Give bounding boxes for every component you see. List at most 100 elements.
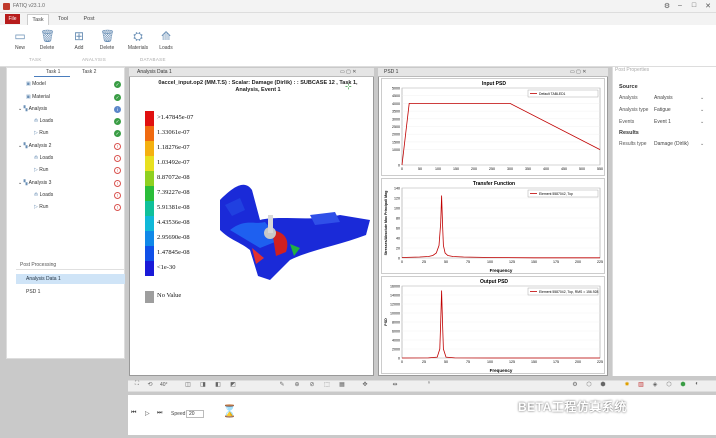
- measure-icon[interactable]: ⊕: [292, 381, 302, 388]
- group-label-database: DATABASE: [140, 57, 166, 62]
- psd-icon[interactable]: ▥: [636, 381, 646, 388]
- prop-events-select[interactable]: Event 1: [654, 119, 671, 125]
- maximize-button[interactable]: □: [687, 2, 701, 9]
- speed-input[interactable]: 20: [186, 410, 204, 418]
- pick-icon[interactable]: ✥: [360, 381, 370, 388]
- y-tick-label: 8000: [392, 321, 400, 325]
- y-tick-label: 40: [396, 237, 400, 241]
- chevron-down-icon[interactable]: ⌄: [700, 95, 704, 101]
- node-icon[interactable]: ⁿ: [424, 381, 434, 387]
- tab-task-1[interactable]: Task 1: [46, 69, 60, 75]
- plot-input-psd[interactable]: Input PSD 0 1000 1500 2000 2500 3000 3500 4000 45…: [381, 78, 605, 176]
- cube-icon[interactable]: ⬡: [664, 381, 674, 388]
- legend-swatch: [145, 186, 154, 201]
- app-title: FATIQ v23.1.0: [13, 3, 45, 9]
- cube-icon[interactable]: ◈: [650, 381, 660, 388]
- watermark-text: BETA工程仿真系统: [518, 400, 627, 414]
- file-menu-button[interactable]: File: [5, 14, 20, 24]
- legend-label: 1.33061e-07: [157, 129, 190, 136]
- tab-tool[interactable]: Tool: [53, 14, 73, 25]
- color-cube-icon[interactable]: ⬢: [678, 381, 688, 388]
- view-angle-value[interactable]: 40°: [160, 382, 168, 388]
- post-properties-panel: [612, 67, 716, 376]
- tree-item-loads[interactable]: ⟰ Loads: [34, 192, 53, 198]
- move-icon[interactable]: ⇹: [390, 381, 400, 388]
- view-side-icon[interactable]: ◨: [198, 381, 208, 388]
- tree-item-loads[interactable]: ⟰ Loads: [34, 118, 53, 124]
- prop-label-analysis-type: Analysis type: [619, 107, 649, 113]
- tree-item-analysis[interactable]: ⌄ ▚ Analysis: [18, 106, 47, 112]
- delete-analysis-button[interactable]: 🗑 Delete: [95, 29, 119, 51]
- add-analysis-button[interactable]: ⊞ Add: [67, 29, 91, 51]
- cut-plane-icon[interactable]: ⊘: [307, 381, 317, 388]
- post-item-psd-1[interactable]: PSD 1: [16, 287, 125, 297]
- tab-task[interactable]: Task: [27, 14, 49, 25]
- prop-analysis-type-select[interactable]: Fatigue: [654, 107, 671, 113]
- y-tick-label: 14000: [390, 294, 400, 298]
- x-tick-label: 50: [418, 167, 422, 171]
- fit-view-icon[interactable]: ⛶: [132, 381, 142, 388]
- status-error-icon: !: [114, 167, 121, 174]
- legend-swatch: [145, 231, 154, 246]
- highlight-icon[interactable]: ✸: [622, 381, 632, 388]
- legend-swatch: [145, 126, 154, 141]
- no-value-label: No Value: [157, 292, 182, 299]
- grid-icon[interactable]: ▦: [337, 381, 347, 388]
- new-button[interactable]: ▭ New: [8, 29, 32, 51]
- tree-item-run[interactable]: ▷ Run: [34, 167, 48, 173]
- close-button[interactable]: ✕: [701, 2, 715, 10]
- x-tick-label: 500: [579, 167, 585, 171]
- plot-transfer-function[interactable]: Transfer Function 0 20 40 60 80 100 120 140 0 25 50…: [381, 178, 605, 274]
- status-error-icon: !: [114, 155, 121, 162]
- delete-task-button[interactable]: 🗑 Delete: [35, 29, 59, 51]
- view-iso-icon[interactable]: ◩: [228, 381, 238, 388]
- legend-swatch: [145, 246, 154, 261]
- shading-icon[interactable]: ◐: [692, 381, 702, 387]
- tree-item-run[interactable]: ▷ Run: [34, 204, 48, 210]
- y-tick-label: 2000: [392, 348, 400, 352]
- tree-item-run[interactable]: ▷ Run: [34, 130, 48, 136]
- tree-item-analysis-3[interactable]: ⌄ ▚ Analysis 3: [18, 180, 51, 186]
- tree-item-analysis-2[interactable]: ⌄ ▚ Analysis 2: [18, 143, 51, 149]
- step-forward-button[interactable]: ⏭: [157, 410, 162, 417]
- cube-icon[interactable]: ⬡: [584, 381, 594, 388]
- tree-item-material[interactable]: ▣ Material: [26, 94, 50, 100]
- tab-post[interactable]: Post: [79, 14, 99, 25]
- prop-analysis-select[interactable]: Analysis: [654, 95, 673, 101]
- chevron-down-icon[interactable]: ⌄: [700, 107, 704, 113]
- view-top-icon[interactable]: ◧: [213, 381, 223, 388]
- view-front-icon[interactable]: ◫: [183, 381, 193, 388]
- legend-label: <1e-30: [157, 264, 176, 271]
- settings-icon[interactable]: ⚙: [570, 381, 580, 388]
- materials-button[interactable]: ⛭ Materials: [126, 29, 150, 51]
- post-item-analysis-data-1[interactable]: Analysis Data 1: [16, 274, 125, 284]
- window-controls-icon[interactable]: ▭ ▢ ✕: [340, 69, 356, 75]
- minimize-button[interactable]: –: [673, 2, 687, 9]
- select-icon[interactable]: ⬚: [322, 381, 332, 388]
- loads-button[interactable]: ⟰ Loads: [154, 29, 178, 51]
- status-error-icon: !: [114, 143, 121, 150]
- loads-icon: ⟰: [160, 29, 172, 43]
- cube-icon[interactable]: ⬢: [598, 381, 608, 388]
- edit-icon[interactable]: ✎: [277, 381, 287, 388]
- tab-task-2[interactable]: Task 2: [82, 69, 96, 75]
- chevron-down-icon[interactable]: ⌄: [700, 141, 704, 147]
- plot-output-psd[interactable]: Output PSD 0 2000 4000 6000 8000 10000 12000 140…: [381, 276, 605, 374]
- step-back-button[interactable]: ⏮: [131, 410, 136, 417]
- prop-results-type-select[interactable]: Damage (Dirlik): [654, 141, 689, 147]
- rotate-icon[interactable]: ⟲: [145, 381, 155, 388]
- y-tick-label: 80: [396, 217, 400, 221]
- play-button[interactable]: ▷: [145, 410, 150, 417]
- fe-model-render: [220, 184, 370, 280]
- y-tick-label: 120: [394, 197, 400, 201]
- tree-item-model[interactable]: ▣ Model: [26, 81, 46, 87]
- animation-panel: [128, 395, 716, 435]
- y-tick-label: 3000: [392, 117, 400, 121]
- settings-icon[interactable]: ⚙: [660, 2, 674, 10]
- x-tick-label: 0: [401, 260, 403, 264]
- chevron-down-icon[interactable]: ⌄: [700, 119, 704, 125]
- speed-label: Speed: [171, 411, 186, 417]
- window-controls-icon[interactable]: ▭ ▢ ✕: [570, 69, 586, 75]
- tree-item-loads[interactable]: ⟰ Loads: [34, 155, 53, 161]
- legend-swatch: [145, 141, 154, 156]
